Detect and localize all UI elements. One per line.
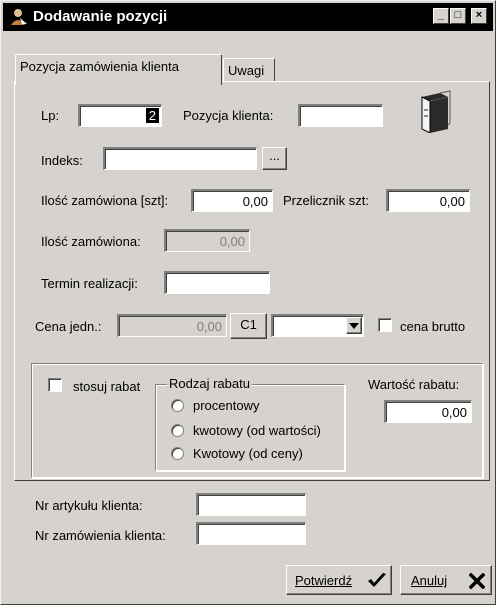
cena-brutto-checkbox[interactable] [378, 318, 392, 332]
radio-procentowy[interactable] [171, 399, 184, 412]
termin-label: Termin realizacji: [41, 276, 138, 291]
checkmark-icon [368, 573, 386, 587]
c1-button[interactable]: C1 [230, 313, 267, 339]
ilosc-field: 0,00 [164, 229, 250, 252]
rodzaj-rabatu-title: Rodzaj rabatu [167, 376, 252, 391]
radio-kwotowy-wartosc-label: kwotowy (od wartości) [193, 423, 321, 438]
minimize-button[interactable]: _ [433, 8, 449, 24]
cross-icon [469, 573, 485, 589]
tab-uwagi[interactable]: Uwagi [223, 58, 275, 82]
ilosc-label: Ilość zamówiona: [41, 234, 141, 249]
ilosc-szt-label: Ilość zamówiona [szt]: [41, 193, 169, 208]
stosuj-rabat-checkbox[interactable] [48, 378, 62, 392]
currency-dropdown-button[interactable] [346, 317, 362, 334]
przelicznik-field[interactable]: 0,00 [386, 189, 470, 212]
nr-zamowienia-field[interactable] [196, 522, 306, 545]
user-add-icon [11, 9, 27, 25]
cancel-label: Anuluj [411, 573, 448, 588]
radio-kwotowy-wartosc[interactable] [171, 424, 184, 437]
confirm-button[interactable]: Potwierdź [286, 565, 392, 595]
stosuj-rabat-label: stosuj rabat [73, 379, 141, 394]
radio-kwotowy-ceny-label: Kwotowy (od ceny) [193, 446, 303, 461]
nr-artykulu-field[interactable] [196, 493, 306, 516]
ilosc-szt-field[interactable]: 0,00 [191, 189, 273, 212]
cancel-button[interactable]: Anuluj [400, 565, 492, 595]
title-bar[interactable]: Dodawanie pozycji _ □ × [3, 3, 493, 31]
lp-field[interactable]: 2 [78, 104, 162, 127]
wartosc-rabatu-label: Wartość rabatu: [368, 377, 460, 392]
confirm-label: Potwierdź [295, 573, 353, 588]
tab-pozycja[interactable]: Pozycja zamówienia klienta [15, 54, 222, 85]
radio-kwotowy-ceny[interactable] [171, 447, 184, 460]
indeks-label: Indeks: [41, 153, 83, 168]
termin-field[interactable] [164, 271, 270, 294]
cena-label: Cena jedn.: [35, 319, 102, 334]
dialog-window: Dodawanie pozycji _ □ × Pozycja zamówien… [0, 0, 496, 605]
tab-uwagi-label: Uwagi [228, 63, 265, 78]
nr-zamowienia-label: Nr zamówienia klienta: [35, 528, 166, 543]
tab-pozycja-label: Pozycja zamówienia klienta [20, 59, 179, 74]
nr-artykulu-label: Nr artykułu klienta: [35, 498, 143, 513]
indeks-field[interactable] [103, 147, 257, 170]
radio-procentowy-label: procentowy [193, 398, 260, 413]
lp-value: 2 [145, 108, 159, 123]
cena-brutto-label: cena brutto [400, 319, 466, 334]
chevron-down-icon [349, 323, 359, 329]
pozycja-klienta-label: Pozycja klienta: [183, 108, 274, 123]
przelicznik-label: Przelicznik szt: [283, 193, 369, 208]
close-button[interactable]: × [471, 8, 487, 24]
wartosc-rabatu-field[interactable]: 0,00 [384, 400, 472, 423]
cena-field: 0,00 [117, 314, 227, 337]
pozycja-klienta-field[interactable] [298, 104, 383, 127]
lp-label: Lp: [41, 108, 60, 123]
book-icon[interactable] [414, 89, 458, 133]
window-title: Dodawanie pozycji [33, 8, 168, 25]
maximize-button[interactable]: □ [450, 8, 466, 24]
currency-select[interactable] [271, 314, 364, 337]
indeks-browse-button[interactable]: ... [262, 147, 287, 170]
